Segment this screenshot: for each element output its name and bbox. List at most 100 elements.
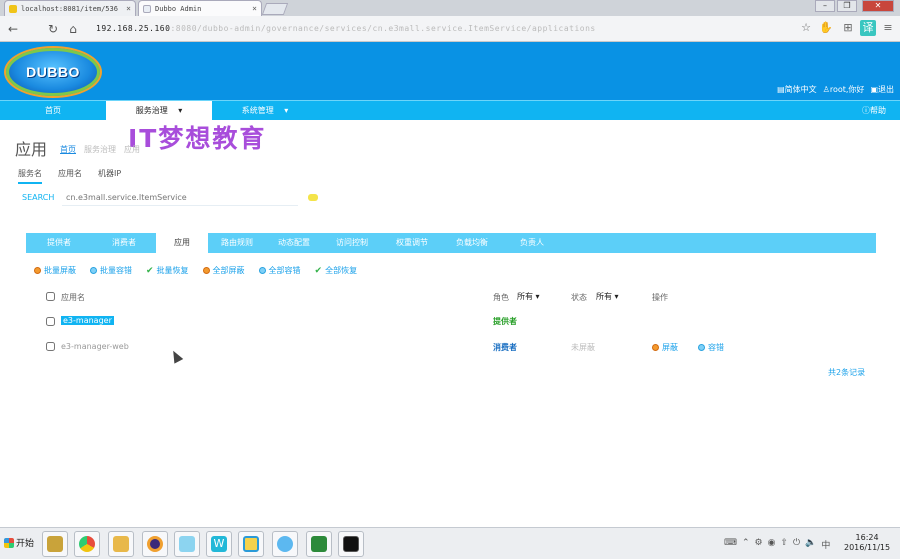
taskbar-app-terminal[interactable] [338,531,364,557]
tolerate-icon [90,267,97,274]
tab-app-name[interactable]: 应用名 [58,168,82,184]
row-tolerate-button[interactable]: 容错 [698,342,724,353]
logout-link[interactable]: ▣退出 [870,84,894,95]
batch-tolerate-button[interactable]: 批量容错 [90,265,132,276]
restore-button[interactable]: ❐ [837,0,857,12]
row-shield-button[interactable]: 屏蔽 [652,342,678,353]
shield-all-button[interactable]: 全部屏蔽 [202,265,245,276]
taskbar-app-folder[interactable] [108,531,134,557]
clock[interactable]: 16:24 2016/11/15 [844,533,890,553]
search-input[interactable] [62,190,298,206]
new-tab-button[interactable] [261,3,289,15]
translate-icon[interactable]: ⊞ [840,20,856,36]
search-label: SEARCH [22,193,55,202]
flag-icon [311,536,327,552]
upload-icon[interactable]: ⇧ [780,538,788,551]
speaker-icon[interactable]: 🔈 [805,538,816,551]
terminal-icon [343,536,359,552]
back-arrow-icon[interactable]: ← [4,22,22,36]
browser-tab-item[interactable]: localhost:8081/item/536 × [4,0,136,16]
bookmark-star-icon[interactable]: ☆ [798,20,814,36]
start-button[interactable]: 开始 [4,536,34,549]
recover-all-button[interactable]: ✔ 全部恢复 [315,265,358,276]
status-filter-select[interactable]: 所有 ▾ [596,291,619,302]
tab-consumers[interactable]: 消费者 [92,233,156,253]
extension-badge-icon[interactable]: 译 [860,20,876,36]
minimize-button[interactable]: – [815,0,835,12]
role-filter-select[interactable]: 所有 ▾ [517,291,540,302]
nav-service-governance[interactable]: 服务治理 ▾ [106,101,212,121]
taskbar-app-eclipse[interactable] [142,531,168,557]
row-checkbox[interactable] [46,342,55,351]
record-count: 共2条记录 [828,368,866,377]
reload-icon[interactable]: ↻ [44,22,62,36]
taskbar-app-yellow[interactable] [238,531,264,557]
page-favicon-icon [9,4,17,13]
tab-weights[interactable]: 权重调节 [382,233,442,253]
nav-system-management[interactable]: 系统管理 ▾ [212,101,318,121]
home-icon[interactable]: ⌂ [64,22,82,36]
os-taskbar: 开始 W ⌨ ⌃ ⚙ ◉ ⇧ ⏻ 🔈 中 [0,527,900,559]
tab-machine-ip[interactable]: 机器IP [98,168,121,184]
row-checkbox[interactable] [46,317,55,326]
screen: { "browser": { "tabs": [ {"title": "loca… [0,0,900,559]
extension-icon[interactable]: ✋ [818,20,834,36]
keyboard-icon[interactable]: ⌨ [724,538,737,551]
tab-dynamic-config[interactable]: 动态配置 [266,233,322,253]
settings-icon[interactable]: ⚙ [755,538,763,551]
eclipse-icon [147,536,163,552]
user-links: ▤简体中文 ♙root,你好 ▣退出 [777,84,894,95]
close-icon[interactable]: × [248,4,257,13]
shield-icon [34,267,41,274]
page-favicon-icon [143,4,151,13]
tab-service-name[interactable]: 服务名 [18,168,42,184]
app-name-link[interactable]: e3-manager-web [61,342,129,351]
taskbar-app-flag[interactable] [306,531,332,557]
shield-icon [652,344,659,351]
breadcrumb-home[interactable]: 首页 [60,144,76,155]
check-icon: ✔ [314,265,323,276]
select-all-checkbox[interactable] [46,292,55,301]
network-icon[interactable]: ◉ [768,538,776,551]
close-window-button[interactable]: ✕ [862,0,894,12]
app-name-link[interactable]: e3-manager [61,316,114,325]
help-link[interactable]: ⓘ帮助 [862,101,886,121]
service-view-tabs: 提供者 消费者 应用 路由规则 动态配置 访问控制 权重调节 负载均衡 负责人 [26,233,876,253]
nav-home[interactable]: 首页 [0,101,106,121]
tolerate-all-button[interactable]: 全部容错 [258,265,301,276]
address-input[interactable]: 192.168.25.160:8080/dubbo-admin/governan… [96,21,796,37]
tab-owners[interactable]: 负责人 [502,233,562,253]
taskbar-app-webstorm[interactable]: W [206,531,232,557]
column-app-name[interactable]: 应用名 [61,292,85,303]
tab-applications[interactable]: 应用 [156,233,208,253]
tolerate-icon [258,267,266,274]
input-method-icon[interactable]: 中 [821,538,830,551]
chrome-icon [79,536,95,552]
batch-recover-button[interactable]: ✔ 批量恢复 [146,265,189,276]
breadcrumb-governance[interactable]: 服务治理 [84,144,116,155]
search-button[interactable] [308,194,318,201]
tab-routes[interactable]: 路由规则 [208,233,266,253]
menu-icon[interactable]: ≡ [880,20,896,36]
language-link[interactable]: ▤简体中文 [777,84,817,95]
main-nav: 首页 服务治理 ▾ 系统管理 ▾ ⓘ帮助 [0,100,900,121]
taskbar-app-slides[interactable] [42,531,68,557]
shield-icon [202,267,210,274]
dubbo-logo[interactable]: DUBBO [6,48,100,96]
close-icon[interactable]: × [122,4,131,13]
page-title: 应用 [15,140,48,159]
tab-access-control[interactable]: 访问控制 [322,233,382,253]
browser-toolbar: ← ↻ ⌂ 192.168.25.160:8080/dubbo-admin/go… [0,16,900,42]
tab-providers[interactable]: 提供者 [26,233,92,253]
batch-actions: 批量屏蔽 批量容错 ✔ 批量恢复 全部屏蔽 全部容错 ✔ 全部恢复 [34,265,357,276]
browser-tab-dubbo-admin[interactable]: Dubbo Admin × [138,0,262,16]
chevron-down-icon: ▾ [535,292,540,301]
taskbar-app-qq[interactable] [272,531,298,557]
chevron-up-icon[interactable]: ⌃ [742,538,750,551]
role-badge: 消费者 [493,343,517,352]
tab-load-balance[interactable]: 负载均衡 [442,233,502,253]
power-icon[interactable]: ⏻ [793,538,800,551]
taskbar-app-chrome[interactable] [74,531,100,557]
taskbar-app-game[interactable] [174,531,200,557]
batch-shield-button[interactable]: 批量屏蔽 [34,265,76,276]
